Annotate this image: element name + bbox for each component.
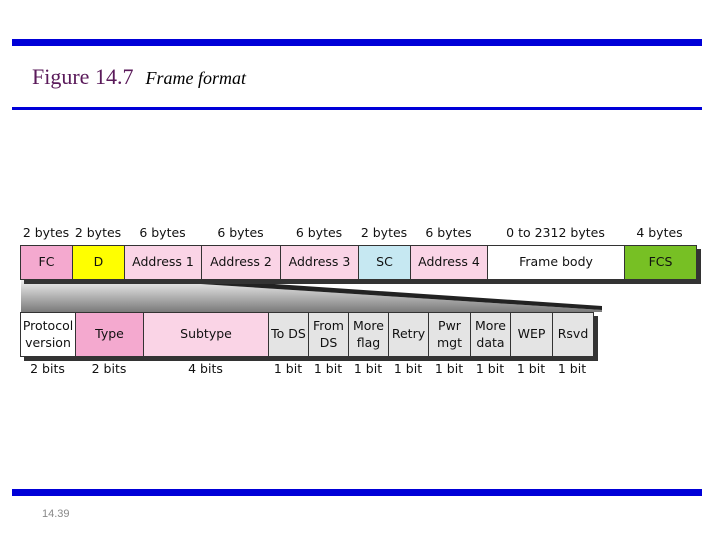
fc-field-name: From DS	[313, 318, 344, 350]
frame-field-size: 4 bytes	[636, 225, 683, 240]
frame-field-name: Address 3	[288, 254, 351, 270]
frame-field: Frame body	[488, 246, 625, 279]
fc-field-size: 1 bit	[313, 361, 343, 376]
fc-field-name: Subtype	[180, 326, 232, 342]
fc-field: Subtype	[144, 313, 269, 356]
frame-field: Address 4	[411, 246, 488, 279]
frame-field-name: Address 4	[418, 254, 480, 270]
fc-field-size: 2 bits	[91, 361, 127, 376]
fc-field-name: Rsvd	[557, 326, 589, 342]
fc-field-size: 1 bit	[557, 361, 587, 376]
frame-fields-row: FC D Address 1 Address 2 Address 3 SC Address …	[20, 245, 697, 280]
frame-field: FC	[21, 246, 73, 279]
frame-format-diagram: FC D Address 1 Address 2 Address 3 SC Address …	[0, 0, 720, 540]
fc-field: Rsvd	[553, 313, 593, 356]
frame-field-size: 6 bytes	[425, 225, 472, 240]
frame-field-size: 6 bytes	[217, 225, 264, 240]
frame-field: D	[73, 246, 125, 279]
frame-field-name: FCS	[648, 254, 673, 270]
slide-number: 14.39	[42, 508, 70, 520]
frame-field-size: 6 bytes	[139, 225, 186, 240]
fc-field: Retry	[389, 313, 429, 356]
frame-field: Address 1	[125, 246, 202, 279]
frame-field: Address 2	[202, 246, 281, 279]
fc-field-name: More flag	[353, 318, 384, 350]
fc-field-size: 1 bit	[475, 361, 505, 376]
fc-field-size: 1 bit	[353, 361, 383, 376]
frame-field-name: Frame body	[519, 254, 593, 270]
fc-field: To DS	[269, 313, 309, 356]
frame-field-size: 2 bytes	[360, 225, 408, 240]
frame-field-size: 2 bytes	[22, 225, 70, 240]
fc-field-name: Retry	[391, 326, 426, 342]
wedge-shape	[21, 279, 602, 312]
fc-field-size: 1 bit	[273, 361, 303, 376]
frame-field-name: Address 2	[210, 254, 272, 270]
fc-field-name: Type	[95, 326, 124, 342]
fc-field: More flag	[349, 313, 389, 356]
fc-field-name: More data	[475, 318, 506, 350]
fc-subfields-row: Protocol version Type Subtype To DS From DS M…	[20, 312, 594, 357]
frame-field: Address 3	[281, 246, 359, 279]
fc-field-size: 1 bit	[434, 361, 464, 376]
fc-field-size: 1 bit	[516, 361, 546, 376]
frame-field-name: FC	[38, 254, 55, 270]
frame-field: FCS	[625, 246, 696, 279]
frame-field-size: 6 bytes	[295, 225, 343, 240]
fc-field-name: Protocol version	[22, 318, 74, 350]
fc-field: Pwr mgt	[429, 313, 471, 356]
frame-field-name: SC	[376, 254, 393, 270]
fc-field-name: WEP	[517, 326, 546, 342]
fc-field-name: Pwr mgt	[436, 318, 462, 350]
frame-field-size: 2 bytes	[74, 225, 122, 240]
frame-field: SC	[359, 246, 411, 279]
fc-field: From DS	[309, 313, 349, 356]
frame-field-size: 0 to 2312 bytes	[506, 225, 605, 240]
fc-field-size: 4 bits	[188, 361, 223, 376]
fc-field: Type	[76, 313, 144, 356]
frame-field-name: D	[93, 254, 104, 270]
frame-field-name: Address 1	[132, 254, 194, 270]
fc-field: WEP	[511, 313, 553, 356]
fc-field-size: 2 bits	[30, 361, 65, 376]
bottom-rule	[12, 489, 702, 496]
fc-field-name: To DS	[271, 326, 306, 342]
fc-field: More data	[471, 313, 511, 356]
fc-field: Protocol version	[21, 313, 76, 356]
fc-field-size: 1 bit	[393, 361, 423, 376]
